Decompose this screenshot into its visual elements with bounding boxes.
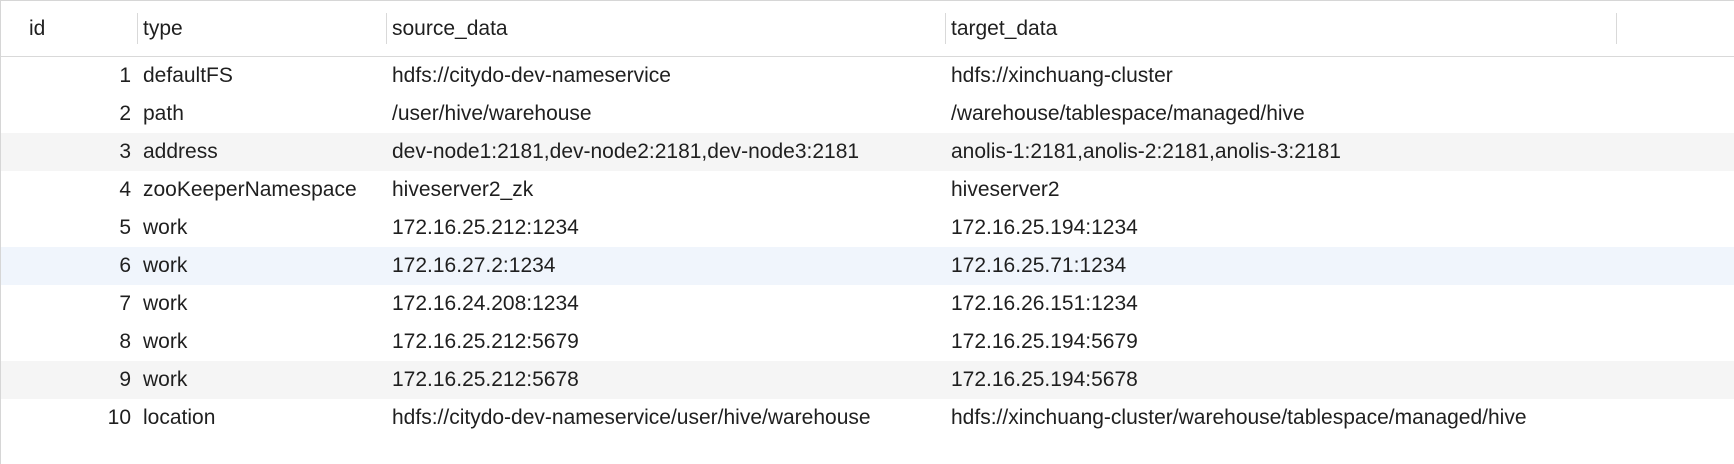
cell-source-data[interactable]: hdfs://citydo-dev-nameservice/user/hive/… [392, 399, 952, 437]
column-header-type[interactable]: type [137, 1, 385, 56]
cell-type[interactable]: work [143, 361, 383, 399]
cell-id[interactable]: 1 [1, 57, 131, 95]
cell-source-data[interactable]: dev-node1:2181,dev-node2:2181,dev-node3:… [392, 133, 952, 171]
cell-target-data[interactable]: 172.16.25.194:1234 [951, 209, 1731, 247]
table-row[interactable]: 10 location hdfs://citydo-dev-nameservic… [1, 399, 1734, 437]
cell-source-data[interactable]: hiveserver2_zk [392, 171, 952, 209]
table-row[interactable]: 7 work 172.16.24.208:1234 172.16.26.151:… [1, 285, 1734, 323]
cell-type[interactable]: work [143, 209, 383, 247]
table-row[interactable]: 1 defaultFS hdfs://citydo-dev-nameservic… [1, 57, 1734, 95]
cell-id[interactable]: 4 [1, 171, 131, 209]
table-header: id type source_data target_data [1, 1, 1734, 57]
cell-source-data[interactable]: /user/hive/warehouse [392, 95, 952, 133]
column-header-id[interactable]: id [23, 1, 133, 56]
cell-id[interactable]: 2 [1, 95, 131, 133]
cell-source-data[interactable]: 172.16.25.212:5678 [392, 361, 952, 399]
cell-target-data[interactable]: hdfs://xinchuang-cluster [951, 57, 1731, 95]
cell-target-data[interactable]: hdfs://xinchuang-cluster/warehouse/table… [951, 399, 1731, 437]
cell-type[interactable]: defaultFS [143, 57, 383, 95]
cell-id[interactable]: 7 [1, 285, 131, 323]
column-divider[interactable] [1616, 13, 1617, 44]
cell-type[interactable]: work [143, 285, 383, 323]
table-body: 1 defaultFS hdfs://citydo-dev-nameservic… [1, 57, 1734, 464]
cell-source-data[interactable]: 172.16.25.212:1234 [392, 209, 952, 247]
cell-type[interactable]: address [143, 133, 383, 171]
cell-target-data[interactable]: 172.16.25.71:1234 [951, 247, 1731, 285]
table-row[interactable]: 2 path /user/hive/warehouse /warehouse/t… [1, 95, 1734, 133]
column-header-source-data[interactable]: source_data [386, 1, 944, 56]
cell-target-data[interactable]: hiveserver2 [951, 171, 1731, 209]
cell-id[interactable]: 9 [1, 361, 131, 399]
cell-type[interactable]: location [143, 399, 383, 437]
cell-source-data[interactable]: hdfs://citydo-dev-nameservice [392, 57, 952, 95]
cell-type[interactable]: work [143, 247, 383, 285]
cell-id[interactable]: 5 [1, 209, 131, 247]
table-row[interactable]: 8 work 172.16.25.212:5679 172.16.25.194:… [1, 323, 1734, 361]
cell-source-data[interactable]: 172.16.24.208:1234 [392, 285, 952, 323]
table-row[interactable]: 9 work 172.16.25.212:5678 172.16.25.194:… [1, 361, 1734, 399]
table-row[interactable]: 6 work 172.16.27.2:1234 172.16.25.71:123… [1, 247, 1734, 285]
cell-id[interactable]: 10 [1, 399, 131, 437]
data-grid: id type source_data target_data 1 defaul… [0, 0, 1734, 464]
cell-target-data[interactable]: 172.16.25.194:5679 [951, 323, 1731, 361]
cell-id[interactable]: 6 [1, 247, 131, 285]
cell-target-data[interactable]: anolis-1:2181,anolis-2:2181,anolis-3:218… [951, 133, 1731, 171]
cell-id[interactable]: 3 [1, 133, 131, 171]
cell-source-data[interactable]: 172.16.27.2:1234 [392, 247, 952, 285]
cell-target-data[interactable]: /warehouse/tablespace/managed/hive [951, 95, 1731, 133]
cell-target-data[interactable]: 172.16.26.151:1234 [951, 285, 1731, 323]
table-row[interactable]: 5 work 172.16.25.212:1234 172.16.25.194:… [1, 209, 1734, 247]
cell-type[interactable]: zooKeeperNamespace [143, 171, 383, 209]
cell-source-data[interactable]: 172.16.25.212:5679 [392, 323, 952, 361]
cell-type[interactable]: path [143, 95, 383, 133]
column-header-target-data[interactable]: target_data [945, 1, 1615, 56]
table-row[interactable]: 3 address dev-node1:2181,dev-node2:2181,… [1, 133, 1734, 171]
cell-type[interactable]: work [143, 323, 383, 361]
cell-id[interactable]: 8 [1, 323, 131, 361]
table-row[interactable]: 4 zooKeeperNamespace hiveserver2_zk hive… [1, 171, 1734, 209]
cell-target-data[interactable]: 172.16.25.194:5678 [951, 361, 1731, 399]
